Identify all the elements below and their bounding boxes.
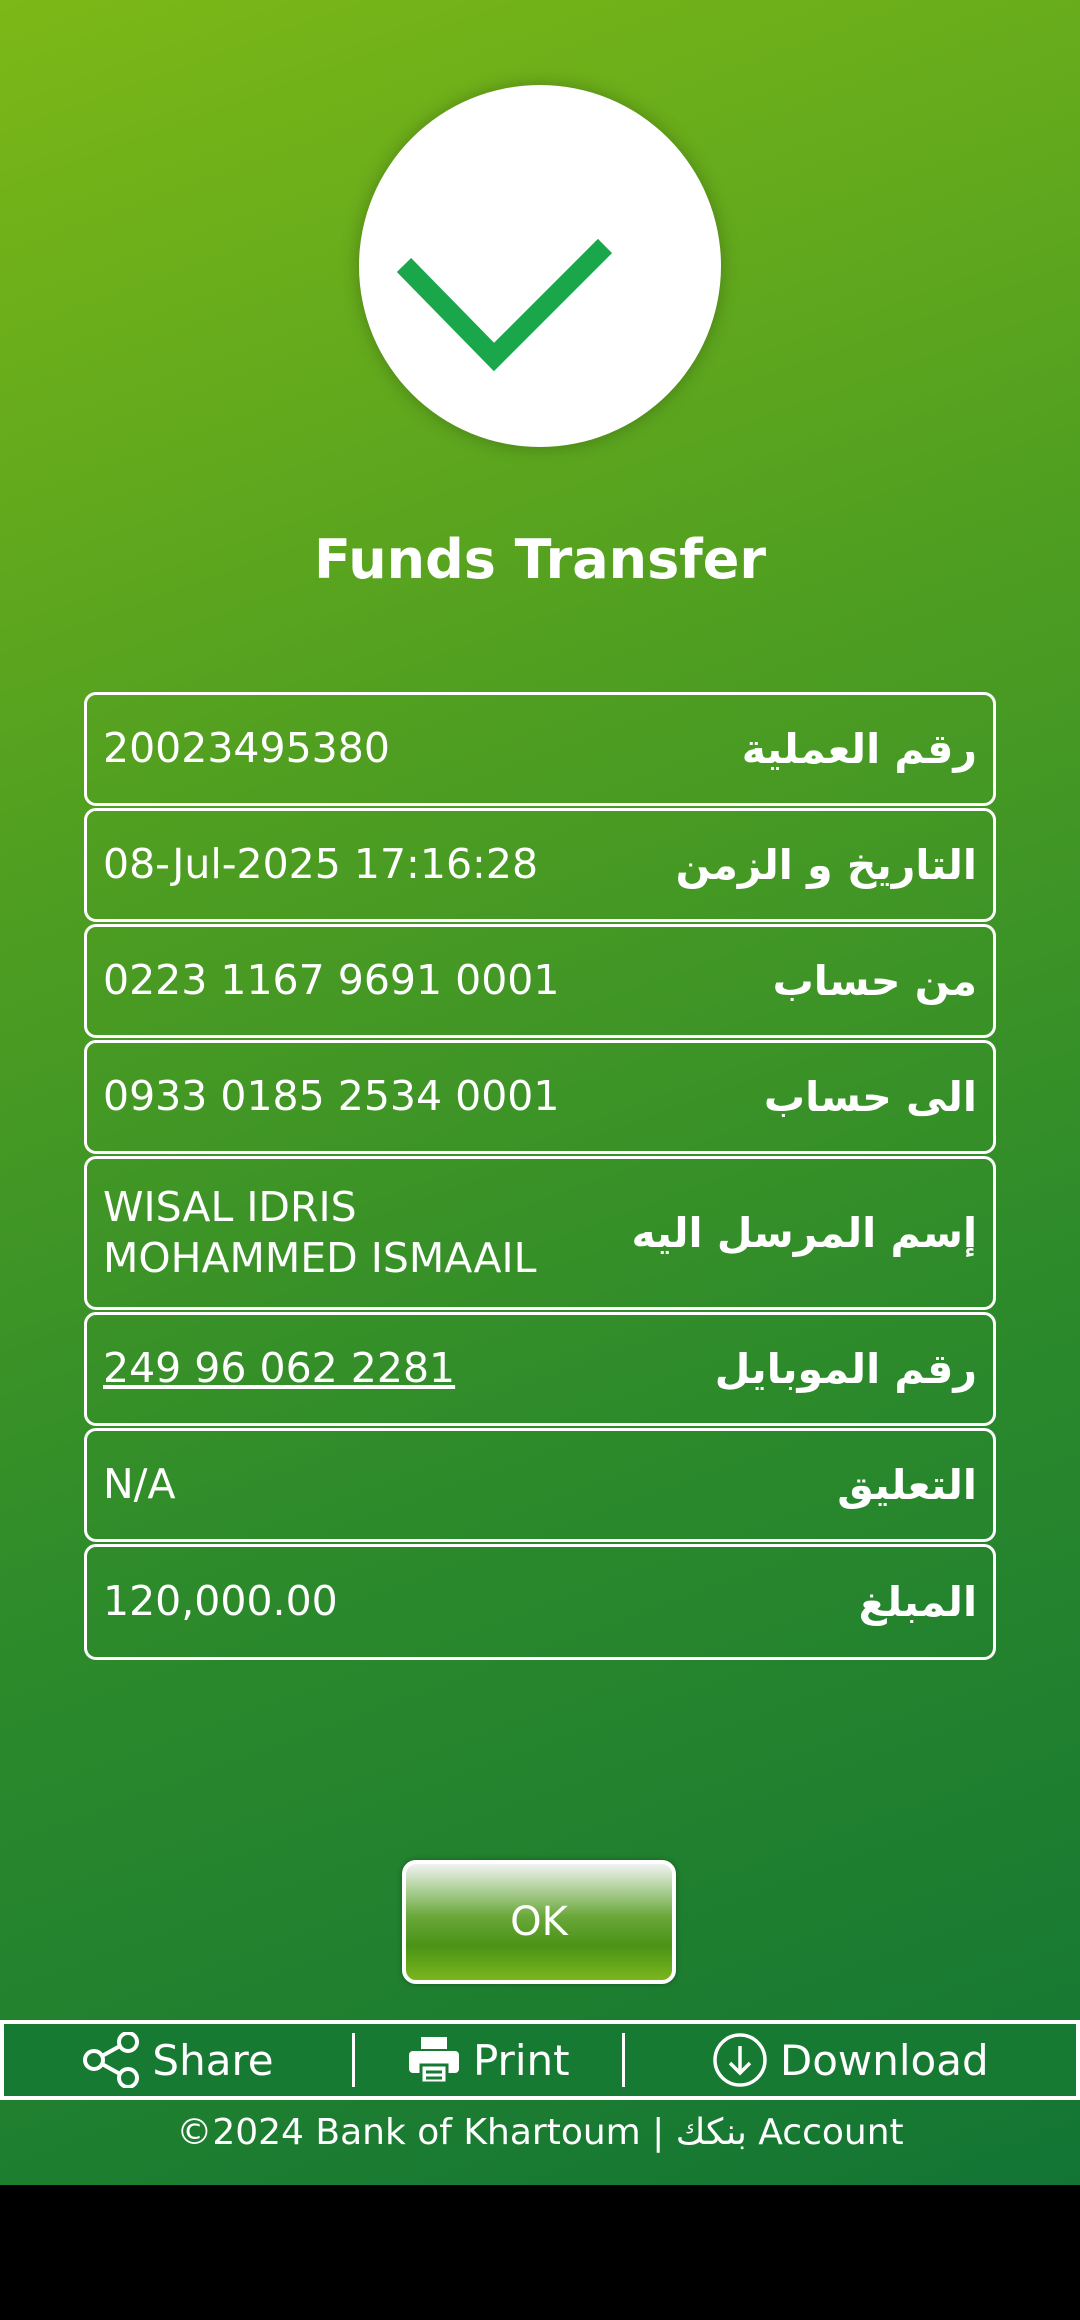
comment-label: التعليق xyxy=(837,1461,977,1509)
share-icon xyxy=(83,2032,140,2088)
comment-value: N/A xyxy=(103,1460,176,1509)
download-button[interactable]: Download xyxy=(625,2024,1076,2096)
transaction-number-value: 20023495380 xyxy=(103,724,390,773)
print-button[interactable]: Print xyxy=(355,2024,622,2096)
print-label: Print xyxy=(472,2035,570,2085)
date-time-value: 08-Jul-2025 17:16:28 xyxy=(103,840,539,889)
recipient-name-label: إسم المرسل اليه xyxy=(631,1209,977,1257)
amount-label: المبلغ xyxy=(858,1578,977,1626)
amount-value: 120,000.00 xyxy=(103,1577,338,1626)
detail-row-to-account: 0933 0185 2534 0001 الى حساب xyxy=(84,1040,996,1154)
checkmark-icon xyxy=(396,238,613,372)
to-account-label: الى حساب xyxy=(763,1073,977,1121)
download-icon xyxy=(713,2033,767,2087)
transfer-receipt-screen: Funds Transfer 20023495380 رقم العملية 0… xyxy=(0,0,1080,2185)
action-bar: Share Print Download xyxy=(0,2020,1080,2100)
success-badge xyxy=(359,85,721,447)
detail-row-transaction-number: 20023495380 رقم العملية xyxy=(84,692,996,806)
to-account-value: 0933 0185 2534 0001 xyxy=(103,1072,560,1121)
detail-row-comment: N/A التعليق xyxy=(84,1428,996,1542)
detail-row-from-account: 0223 1167 9691 0001 من حساب xyxy=(84,924,996,1038)
detail-row-date-time: 08-Jul-2025 17:16:28 التاريخ و الزمن xyxy=(84,808,996,922)
recipient-name-line1: WISAL IDRIS xyxy=(103,1182,357,1231)
page-title: Funds Transfer xyxy=(314,528,766,591)
transaction-number-label: رقم العملية xyxy=(741,725,977,773)
printer-icon xyxy=(408,2037,459,2085)
from-account-value: 0223 1167 9691 0001 xyxy=(103,956,560,1005)
mobile-number-link[interactable]: 249 96 062 2281 xyxy=(103,1343,455,1394)
download-label: Download xyxy=(779,2035,989,2085)
recipient-name-line2: MOHAMMED ISMAAIL xyxy=(103,1234,537,1282)
ok-button[interactable]: OK xyxy=(402,1860,676,1984)
detail-row-mobile-number: 249 96 062 2281 رقم الموبايل xyxy=(84,1312,996,1426)
share-label: Share xyxy=(152,2035,274,2085)
footer-copyright: ©2024 Bank of Khartoum | بنكك Account xyxy=(176,2112,904,2153)
from-account-label: من حساب xyxy=(772,957,977,1005)
date-time-label: التاريخ و الزمن xyxy=(675,841,977,889)
detail-row-amount: 120,000.00 المبلغ xyxy=(84,1544,996,1660)
mobile-number-label: رقم الموبايل xyxy=(714,1345,977,1393)
recipient-name-value: WISAL IDRIS MOHAMMED ISMAAIL xyxy=(103,1182,536,1285)
detail-row-recipient-name: WISAL IDRIS MOHAMMED ISMAAIL إسم المرسل … xyxy=(84,1156,996,1310)
share-button[interactable]: Share xyxy=(4,2024,352,2096)
